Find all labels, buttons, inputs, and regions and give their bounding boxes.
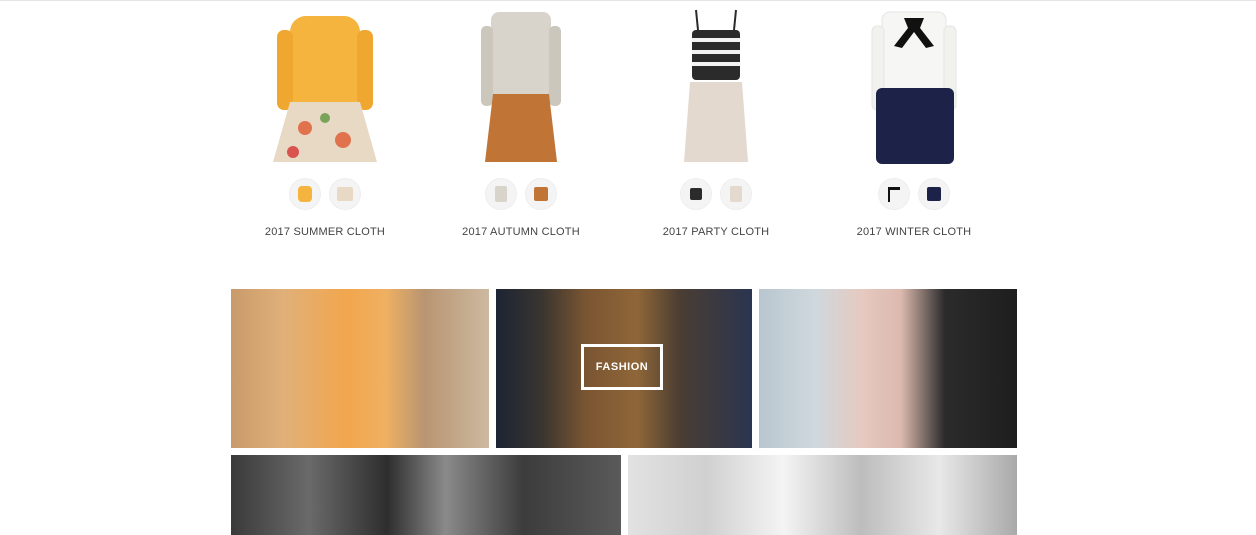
outfit-label[interactable]: 2017 SUMMER CLOTH: [235, 226, 415, 238]
top-garment-icon: [495, 186, 507, 202]
skirt-shape: [684, 82, 748, 162]
thumb-bottom-winter[interactable]: [918, 178, 950, 210]
thumb-bottom-summer[interactable]: [329, 178, 361, 210]
right-sleeve-shape: [357, 30, 373, 110]
top-garment-icon: [298, 186, 312, 202]
thumb-top-summer[interactable]: [289, 178, 321, 210]
navy-skirt-shape: [876, 88, 954, 164]
outfit-image-winter[interactable]: [824, 6, 1004, 168]
bottom-garment-icon: [337, 187, 353, 201]
thumb-top-autumn[interactable]: [485, 178, 517, 210]
shirt-shape: [491, 12, 551, 104]
gallery-photo-white-top[interactable]: [628, 455, 1017, 535]
striped-top-shape: [692, 30, 740, 80]
outfit-image-party[interactable]: [626, 6, 806, 168]
right-sleeve-shape: [549, 26, 561, 106]
outfit-label[interactable]: 2017 PARTY CLOTH: [626, 226, 806, 238]
top-divider: [0, 0, 1256, 1]
leaf-mark: [320, 113, 330, 123]
outfit-card-summer[interactable]: 2017 SUMMER CLOTH: [235, 6, 415, 246]
outfit-thumbs: [431, 178, 611, 212]
fashion-category-button[interactable]: FASHION: [581, 344, 663, 390]
thumb-bottom-party[interactable]: [720, 178, 752, 210]
top-garment-icon: [690, 188, 702, 200]
outfit-image-summer[interactable]: [235, 6, 415, 168]
bottom-garment-icon: [730, 186, 742, 202]
outfit-image-autumn[interactable]: [431, 6, 611, 168]
left-sleeve-shape: [277, 30, 293, 110]
outfit-card-party[interactable]: 2017 PARTY CLOTH: [626, 6, 806, 246]
gallery-photo-coat[interactable]: FASHION: [496, 289, 752, 448]
outfit-card-winter[interactable]: 2017 WINTER CLOTH: [824, 6, 1004, 246]
flower-mark: [287, 146, 299, 158]
strap-line: [733, 9, 737, 31]
flower-mark: [298, 121, 312, 135]
thumb-top-party[interactable]: [680, 178, 712, 210]
bottom-garment-icon: [534, 187, 548, 201]
outfit-label[interactable]: 2017 AUTUMN CLOTH: [431, 226, 611, 238]
bottom-garment-icon: [927, 187, 941, 201]
outfit-thumbs: [235, 178, 415, 212]
strap-line: [695, 9, 699, 31]
top-garment-icon: [888, 186, 900, 202]
outfit-card-autumn[interactable]: 2017 AUTUMN CLOTH: [431, 6, 611, 246]
fashion-label: FASHION: [595, 361, 649, 373]
gallery-photo-orange-top[interactable]: [231, 289, 489, 448]
suede-skirt-shape: [485, 94, 557, 162]
sweater-shape: [290, 16, 360, 108]
stripe-mark: [692, 50, 740, 54]
outfit-label[interactable]: 2017 WINTER CLOTH: [824, 226, 1004, 238]
gallery-photo-plaid-shirt[interactable]: [231, 455, 621, 535]
stripe-mark: [692, 62, 740, 66]
thumb-top-winter[interactable]: [878, 178, 910, 210]
gallery-photo-leather-jacket[interactable]: [759, 289, 1017, 448]
left-sleeve-shape: [481, 26, 493, 106]
thumb-bottom-autumn[interactable]: [525, 178, 557, 210]
stripe-mark: [692, 38, 740, 42]
outfit-thumbs: [824, 178, 1004, 212]
outfit-thumbs: [626, 178, 806, 212]
flower-mark: [335, 132, 351, 148]
